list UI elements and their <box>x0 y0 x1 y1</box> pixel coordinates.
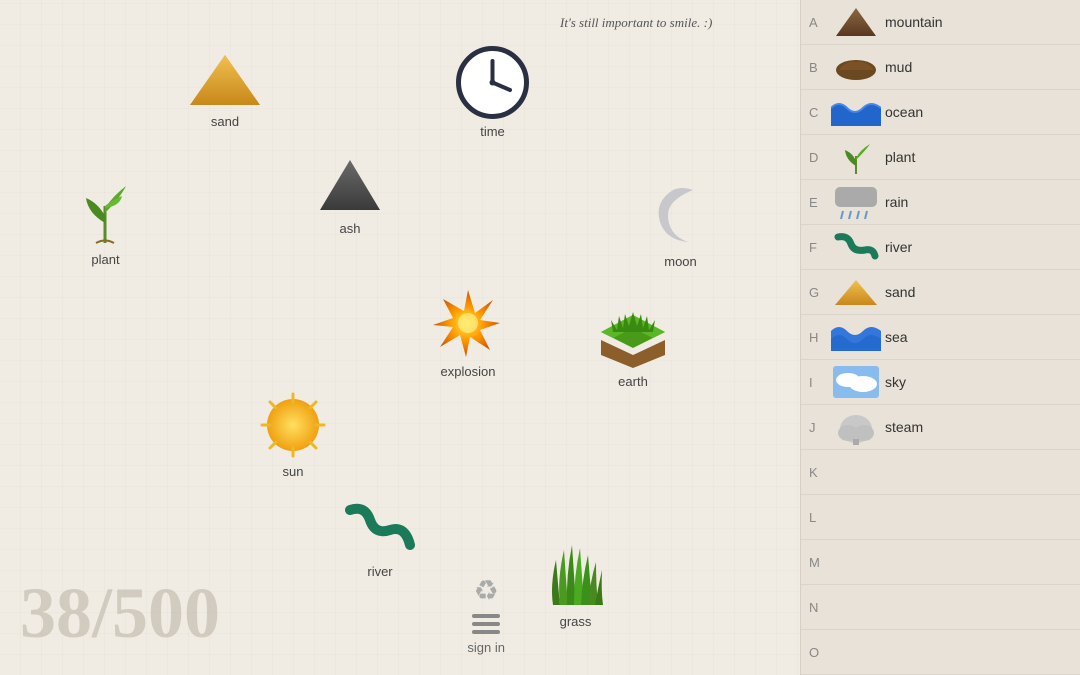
sand-sidebar-label: sand <box>885 284 915 300</box>
plant-sidebar-label: plant <box>885 149 915 165</box>
sidebar-item-mountain[interactable]: A mountain <box>801 0 1080 45</box>
plant-icon <box>68 178 143 248</box>
river-sidebar-label: river <box>885 239 912 255</box>
sand-label: sand <box>211 114 239 129</box>
sidebar-item-sky[interactable]: I sky <box>801 360 1080 405</box>
ocean-icon <box>831 94 881 130</box>
plant-label: plant <box>91 252 119 267</box>
steam-label: steam <box>885 419 923 435</box>
grass-icon <box>538 540 613 610</box>
mud-label: mud <box>885 59 912 75</box>
item-earth[interactable]: earth <box>593 300 673 389</box>
river-label: river <box>367 564 392 579</box>
moon-label: moon <box>664 254 697 269</box>
item-time[interactable]: time <box>455 45 530 139</box>
bottom-controls: ♻ sign in <box>467 574 505 655</box>
ash-label: ash <box>340 221 361 236</box>
item-grass[interactable]: grass <box>538 540 613 629</box>
sidebar-item-sand[interactable]: G sand <box>801 270 1080 315</box>
steam-icon <box>831 409 881 445</box>
sky-icon <box>831 364 881 400</box>
sidebar-item-steam[interactable]: J steam <box>801 405 1080 450</box>
sky-label: sky <box>885 374 906 390</box>
mountain-icon <box>831 4 881 40</box>
explosion-label: explosion <box>441 364 496 379</box>
mud-icon <box>831 49 881 85</box>
sand-icon <box>185 50 265 110</box>
item-river[interactable]: river <box>340 500 420 579</box>
item-ash[interactable]: ash <box>315 152 385 236</box>
sidebar-item-n[interactable]: N <box>801 585 1080 630</box>
sidebar-item-river[interactable]: F river <box>801 225 1080 270</box>
river-sidebar-icon <box>831 229 881 265</box>
sidebar-item-l[interactable]: L <box>801 495 1080 540</box>
top-message: It's still important to smile. :) <box>560 15 712 31</box>
sign-in-label: sign in <box>467 640 505 655</box>
moon-icon <box>648 180 713 250</box>
time-icon <box>455 45 530 120</box>
sidebar-item-mud[interactable]: B mud <box>801 45 1080 90</box>
sidebar-item-rain[interactable]: E rain <box>801 180 1080 225</box>
item-explosion[interactable]: explosion <box>428 285 508 379</box>
sidebar-item-o[interactable]: O <box>801 630 1080 675</box>
grass-label: grass <box>560 614 592 629</box>
item-sun[interactable]: sun <box>258 390 328 479</box>
sidebar-item-plant[interactable]: D plant <box>801 135 1080 180</box>
sea-icon <box>831 319 881 355</box>
earth-icon <box>593 300 673 370</box>
ash-icon <box>315 152 385 217</box>
ocean-label: ocean <box>885 104 923 120</box>
explosion-icon <box>428 285 508 360</box>
mountain-label: mountain <box>885 14 943 30</box>
sidebar-item-m[interactable]: M <box>801 540 1080 585</box>
sun-icon <box>258 390 328 460</box>
river-icon <box>340 500 420 560</box>
menu-icon[interactable] <box>472 614 500 634</box>
recycle-icon[interactable]: ♻ <box>474 574 499 608</box>
main-play-area: It's still important to smile. :) sand <box>0 0 800 675</box>
earth-label: earth <box>618 374 648 389</box>
sea-label: sea <box>885 329 908 345</box>
sidebar-item-ocean[interactable]: C ocean <box>801 90 1080 135</box>
rain-icon <box>831 184 881 220</box>
score-display: 38/500 <box>20 572 220 655</box>
item-plant[interactable]: plant <box>68 178 143 267</box>
item-sand[interactable]: sand <box>185 50 265 129</box>
sidebar-item-k[interactable]: K <box>801 450 1080 495</box>
time-label: time <box>480 124 505 139</box>
item-moon[interactable]: moon <box>648 180 713 269</box>
rain-label: rain <box>885 194 908 210</box>
plant-sidebar-icon <box>831 139 881 175</box>
sand-sidebar-icon <box>831 274 881 310</box>
sun-label: sun <box>283 464 304 479</box>
sidebar: A mountain B mud C <box>800 0 1080 675</box>
sidebar-item-sea[interactable]: H sea <box>801 315 1080 360</box>
